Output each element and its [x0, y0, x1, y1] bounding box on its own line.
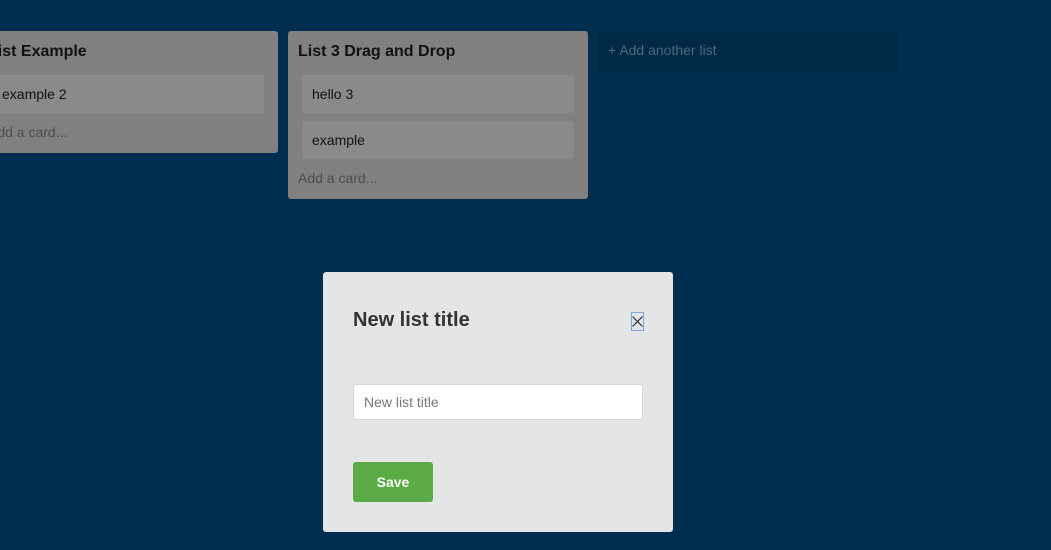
list-title[interactable]: List Example	[0, 41, 268, 63]
close-button[interactable]	[631, 312, 644, 331]
list-list-example[interactable]: List Example example 2 Add a card...	[0, 31, 278, 153]
card-hello-3[interactable]: hello 3	[302, 75, 574, 113]
modal-title: New list title	[353, 309, 470, 331]
close-icon	[632, 316, 643, 327]
save-button[interactable]: Save	[353, 462, 433, 502]
add-card-link[interactable]: Add a card...	[0, 121, 268, 143]
add-another-list-button[interactable]: + Add another list	[598, 31, 898, 71]
new-list-title-input[interactable]	[353, 384, 643, 420]
card-example-2[interactable]: example 2	[0, 75, 264, 113]
card-example[interactable]: example	[302, 121, 574, 159]
add-card-link[interactable]: Add a card...	[298, 167, 578, 189]
list-list-3-drag-and-drop[interactable]: List 3 Drag and Drop hello 3 example Add…	[288, 31, 588, 199]
new-list-modal: New list title Save	[323, 272, 673, 532]
list-title[interactable]: List 3 Drag and Drop	[298, 41, 578, 63]
